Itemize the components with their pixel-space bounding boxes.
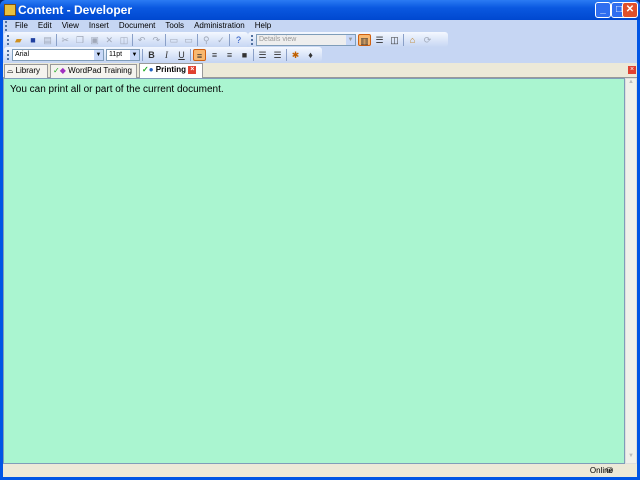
paste-icon[interactable]: ▣ (88, 34, 101, 46)
redo-icon[interactable]: ↷ (150, 34, 163, 46)
size-select[interactable]: 11pt ▼ (106, 48, 140, 61)
status-bar: ⛁ Online (3, 464, 637, 477)
window-title: Content - Developer (18, 3, 133, 17)
folder-up-icon[interactable]: ⌂ (406, 34, 419, 46)
menu-view[interactable]: View (57, 20, 84, 32)
vertical-scrollbar[interactable]: ▲ ▼ (625, 78, 637, 464)
document-text: You can print all or part of the current… (10, 84, 224, 95)
grip (251, 34, 254, 45)
view-select[interactable]: Details view ▼ (256, 33, 356, 46)
open-icon[interactable]: ▰ (12, 34, 25, 46)
menu-file[interactable]: File (10, 20, 33, 32)
print-icon[interactable]: ▤ (41, 34, 54, 46)
cut-icon[interactable]: ✂ (59, 34, 72, 46)
layout-horizontal-icon[interactable]: ☰ (373, 34, 386, 46)
status-text: Online (589, 466, 613, 475)
numbering-icon[interactable]: ☰ (271, 49, 284, 61)
find-icon[interactable]: ⚲ (200, 34, 213, 46)
menu-document[interactable]: Document (114, 20, 160, 32)
scroll-down-icon[interactable]: ▼ (626, 453, 636, 463)
copy-icon[interactable]: ❐ (74, 34, 87, 46)
menu-tools[interactable]: Tools (160, 20, 189, 32)
font-color-icon[interactable]: ✱ (289, 49, 302, 61)
bold-button[interactable]: B (145, 49, 158, 61)
close-tab-icon[interactable]: × (188, 65, 197, 74)
grip (5, 21, 8, 31)
menu-edit[interactable]: Edit (33, 20, 57, 32)
tab-printing[interactable]: ✓● Printing × (139, 63, 203, 78)
tab-bar: ⌓ Library ✓◆ WordPad Training ✓● Printin… (3, 63, 637, 78)
scroll-up-icon[interactable]: ▲ (626, 79, 636, 89)
help-icon[interactable]: ? (232, 34, 245, 46)
tab-wordpad-training[interactable]: ✓◆ WordPad Training (50, 64, 137, 78)
align-center-icon[interactable]: ≡ (208, 49, 221, 61)
menu-insert[interactable]: Insert (84, 20, 114, 32)
close-all-tabs-icon[interactable]: × (628, 66, 636, 74)
menu-help[interactable]: Help (250, 20, 276, 32)
bullets-icon[interactable]: ☰ (256, 49, 269, 61)
layout-vertical-icon[interactable]: ◫ (388, 34, 401, 46)
italic-button[interactable]: I (160, 49, 173, 61)
justify-icon[interactable]: ■ (238, 49, 251, 61)
font-select[interactable]: Arial ▼ (12, 48, 104, 61)
refresh-icon[interactable]: ⟳ (421, 34, 434, 46)
undo-icon[interactable]: ↶ (135, 34, 148, 46)
menu-bar: File Edit View Insert Document Tools Adm… (3, 20, 637, 32)
indent-icon[interactable]: ▭ (168, 34, 181, 46)
app-window: Content - Developer _ □ ✕ File Edit View… (0, 0, 640, 480)
align-left-icon[interactable]: ≡ (193, 48, 206, 61)
library-icon: ⌓ (7, 66, 14, 75)
globe-icon: ● (148, 65, 154, 74)
document-area[interactable]: You can print all or part of the current… (3, 78, 625, 464)
underline-button[interactable]: U (175, 49, 188, 61)
layout-single-icon[interactable]: ▥ (358, 33, 371, 46)
format-toolbar: Arial ▼ 11pt ▼ B I U ≡ ≡ ≡ ■ ☰ ☰ ✱ ♦ (4, 47, 322, 62)
align-right-icon[interactable]: ≡ (223, 49, 236, 61)
save-icon[interactable]: ■ (27, 34, 40, 46)
document-icon: ◆ (59, 66, 66, 75)
standard-toolbar: ▰ ■ ▤ ✂ ❐ ▣ ✕ ◫ ↶ ↷ ▭ ▭ ⚲ ✓ ? (4, 32, 248, 47)
title-bar: Content - Developer _ □ ✕ (0, 0, 640, 20)
view-toolbar: Details view ▼ ▥ ☰ ◫ ⌂ ⟳ (248, 32, 448, 47)
app-icon (4, 4, 16, 16)
spell-icon[interactable]: ✓ (215, 34, 228, 46)
properties-icon[interactable]: ◫ (118, 34, 131, 46)
menu-administration[interactable]: Administration (189, 20, 250, 32)
check-icon: ✓ (142, 65, 149, 74)
grip (7, 34, 10, 45)
outdent-icon[interactable]: ▭ (182, 34, 195, 46)
grip (7, 49, 10, 60)
tab-library[interactable]: ⌓ Library (4, 64, 48, 78)
close-button[interactable]: ✕ (622, 2, 638, 18)
minimize-button[interactable]: _ (595, 2, 611, 18)
delete-icon[interactable]: ✕ (103, 34, 116, 46)
check-icon: ✓ (53, 66, 60, 75)
fill-color-icon[interactable]: ♦ (304, 49, 317, 61)
